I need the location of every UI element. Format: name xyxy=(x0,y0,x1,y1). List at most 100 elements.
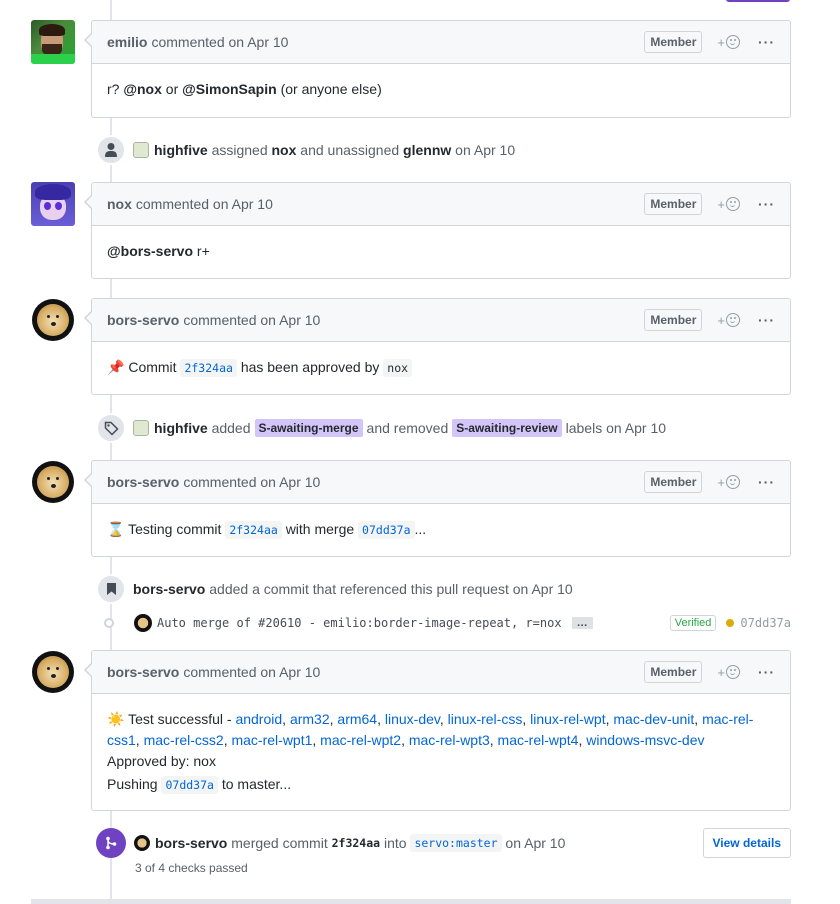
avatar[interactable] xyxy=(31,460,75,504)
approved-line: Approved by: nox xyxy=(107,753,216,769)
assignee[interactable]: nox xyxy=(272,142,297,158)
builder-link[interactable]: mac-rel-wpt3 xyxy=(409,732,490,748)
builder-link[interactable]: mac-rel-wpt1 xyxy=(231,732,312,748)
assign-event: highfive assigned nox and unassigned gle… xyxy=(96,135,515,165)
expand-commit-button[interactable]: … xyxy=(571,617,593,629)
event-actor[interactable]: bors-servo xyxy=(133,581,205,597)
builder-link[interactable]: windows-msvc-dev xyxy=(586,732,704,748)
commit-message-link[interactable]: Auto merge of #20610 - emilio:border-ima… xyxy=(157,616,562,630)
label-awaiting-review[interactable]: S-awaiting-review xyxy=(452,419,562,437)
comment-menu-button[interactable]: ··· xyxy=(758,664,775,680)
commit-sha-link[interactable]: 07dd37a xyxy=(740,616,791,630)
mention-link[interactable]: @SimonSapin xyxy=(182,81,277,97)
smiley-icon xyxy=(726,475,740,489)
push-sha-link[interactable]: 07dd37a xyxy=(161,776,218,794)
member-badge: Member xyxy=(644,661,703,683)
commit-link[interactable]: 2f324aa xyxy=(225,521,282,539)
member-badge: Member xyxy=(644,309,703,331)
avatar[interactable] xyxy=(31,182,75,226)
highfive-avatar[interactable] xyxy=(133,142,149,158)
event-actor[interactable]: highfive xyxy=(154,420,208,436)
comment-timestamp[interactable]: commented on Apr 10 xyxy=(136,196,273,212)
smiley-icon xyxy=(726,35,740,49)
checks-status: 3 of 4 checks passed xyxy=(135,861,248,875)
top-button-edge[interactable] xyxy=(726,0,790,2)
approver-code: nox xyxy=(383,359,413,377)
comment-menu-button[interactable]: ··· xyxy=(758,196,775,212)
pending-status-icon[interactable] xyxy=(726,619,735,627)
avatar[interactable] xyxy=(31,298,75,342)
add-reaction-button[interactable]: + xyxy=(717,313,740,328)
comment-menu-button[interactable]: ··· xyxy=(758,34,775,50)
comment-box: bors-servo commented on Apr 10 Member + … xyxy=(84,460,791,557)
event-timestamp[interactable]: on Apr 10 xyxy=(455,142,515,158)
unassignee[interactable]: glennw xyxy=(403,142,451,158)
builder-link[interactable]: mac-dev-unit xyxy=(613,711,694,727)
comment-menu-button[interactable]: ··· xyxy=(758,474,775,490)
branch-name[interactable]: servo:master xyxy=(410,834,502,852)
person-icon xyxy=(96,135,126,165)
comment-header: emilio commented on Apr 10 Member + ··· xyxy=(92,21,790,64)
builder-link[interactable]: linux-rel-wpt xyxy=(530,711,605,727)
mention-link[interactable]: @nox xyxy=(123,81,162,97)
tag-icon xyxy=(96,413,126,443)
comment-header: bors-servo commented on Apr 10 Member + … xyxy=(92,651,790,694)
event-actor[interactable]: bors-servo xyxy=(155,835,227,851)
comment-body: ☀️ Test successful - android, arm32, arm… xyxy=(92,694,790,811)
comment-author[interactable]: bors-servo xyxy=(107,664,179,680)
verified-badge[interactable]: Verified xyxy=(669,615,717,631)
avatar[interactable] xyxy=(31,650,75,694)
pushpin-icon: 📌 xyxy=(107,359,125,375)
member-badge: Member xyxy=(644,193,703,215)
builder-link[interactable]: mac-rel-wpt4 xyxy=(498,732,579,748)
add-reaction-button[interactable]: + xyxy=(717,197,740,212)
commit-link[interactable]: 2f324aa xyxy=(180,359,237,377)
avatar[interactable] xyxy=(31,20,75,64)
label-event: highfive added S-awaiting-merge and remo… xyxy=(96,413,666,443)
comment-author[interactable]: bors-servo xyxy=(107,312,179,328)
builder-link[interactable]: mac-rel-css2 xyxy=(144,732,224,748)
add-reaction-button[interactable]: + xyxy=(717,665,740,680)
comment-body: r? @nox or @SimonSapin (or anyone else) xyxy=(107,81,382,97)
comment-timestamp[interactable]: commented on Apr 10 xyxy=(151,34,288,50)
builder-link[interactable]: arm32 xyxy=(290,711,330,727)
add-reaction-button[interactable]: + xyxy=(717,475,740,490)
comment-body: @bors-servo r+ xyxy=(107,243,210,259)
merge-sha-link[interactable]: 2f324aa xyxy=(332,836,380,850)
label-awaiting-merge[interactable]: S-awaiting-merge xyxy=(254,419,363,437)
comment-timestamp[interactable]: commented on Apr 10 xyxy=(183,664,320,680)
comment-body: 📌 Commit 2f324aa has been approved by no… xyxy=(92,342,790,394)
highfive-avatar[interactable] xyxy=(133,420,149,436)
event-timestamp[interactable]: labels on Apr 10 xyxy=(566,420,666,436)
merge-commit-link[interactable]: 07dd37a xyxy=(358,521,415,539)
hourglass-icon: ⌛ xyxy=(107,521,125,537)
comment-timestamp[interactable]: commented on Apr 10 xyxy=(183,474,320,490)
commit-reference-event: bors-servo added a commit that reference… xyxy=(96,574,573,604)
comment-box: emilio commented on Apr 10 Member + ··· … xyxy=(84,20,791,118)
mention-link[interactable]: @bors-servo xyxy=(107,243,193,259)
member-badge: Member xyxy=(644,31,703,53)
builder-link[interactable]: linux-dev xyxy=(385,711,440,727)
comment-author[interactable]: nox xyxy=(107,196,132,212)
comment-author[interactable]: bors-servo xyxy=(107,474,179,490)
comment-header: bors-servo commented on Apr 10 Member + … xyxy=(92,299,790,342)
comment-header: bors-servo commented on Apr 10 Member + … xyxy=(92,461,790,504)
bors-avatar[interactable] xyxy=(134,835,150,851)
referenced-commit: Auto merge of #20610 - emilio:border-ima… xyxy=(104,612,791,634)
pushing-line: Pushing 07dd37a to master... xyxy=(107,776,292,794)
comment-author[interactable]: emilio xyxy=(107,34,147,50)
event-timestamp[interactable]: on Apr 10 xyxy=(505,835,565,851)
builder-link[interactable]: linux-rel-css xyxy=(448,711,523,727)
member-badge: Member xyxy=(644,471,703,493)
add-reaction-button[interactable]: + xyxy=(717,35,740,50)
bors-avatar[interactable] xyxy=(134,614,152,632)
builder-link[interactable]: android xyxy=(235,711,282,727)
comment-timestamp[interactable]: commented on Apr 10 xyxy=(183,312,320,328)
comment-box: nox commented on Apr 10 Member + ··· @bo… xyxy=(84,182,791,279)
event-actor[interactable]: highfive xyxy=(154,142,208,158)
builder-link[interactable]: mac-rel-wpt2 xyxy=(320,732,401,748)
comment-menu-button[interactable]: ··· xyxy=(758,312,775,328)
timeline-end-bar xyxy=(31,899,791,904)
view-details-button[interactable]: View details xyxy=(702,828,791,858)
builder-link[interactable]: arm64 xyxy=(337,711,377,727)
